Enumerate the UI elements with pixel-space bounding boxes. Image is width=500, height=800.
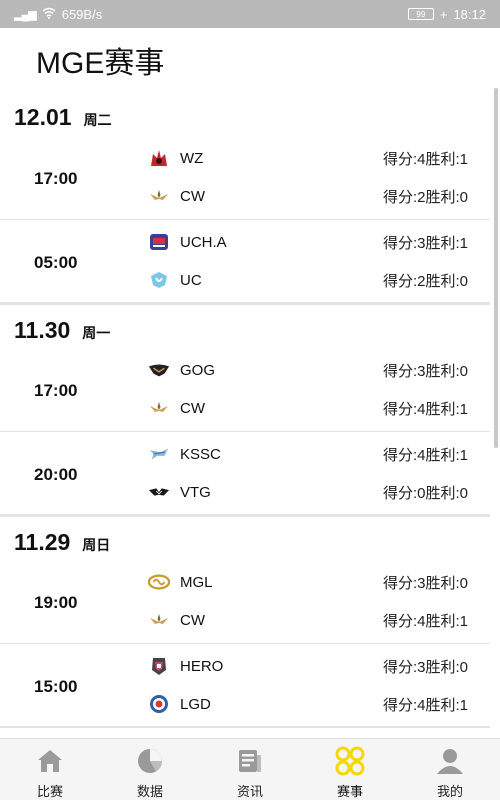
team-row: UC 得分:2胜利:0 [148, 268, 468, 292]
page-title: MGE赛事 [36, 47, 165, 80]
match-time: 19:00 [34, 593, 78, 612]
match-time: 05:00 [34, 253, 78, 272]
cw-logo-icon [148, 610, 170, 630]
team-name: HERO [180, 657, 224, 675]
team-row: CW 得分:2胜利:0 [148, 184, 468, 208]
team-row: GOG 得分:3胜利:0 [148, 358, 468, 382]
tab-events-grid[interactable]: 赛事 [300, 739, 400, 800]
team-row: CW 得分:4胜利:1 [148, 608, 468, 632]
team-score: 得分:4胜利:1 [382, 612, 468, 630]
team-score: 得分:4胜利:1 [382, 696, 468, 714]
uc-logo-icon [148, 270, 170, 290]
team-score: 得分:2胜利:0 [382, 272, 468, 290]
status-bar: ▂▄▆ 659B/s 99 + 18:12 [0, 0, 500, 28]
match-time: 17:00 [34, 381, 78, 400]
gog-logo-icon [148, 360, 170, 380]
tab-label: 数据 [136, 784, 163, 799]
day-weekday: 周二 [83, 112, 112, 128]
battery-level: 99 [416, 9, 426, 19]
events-grid-icon [334, 745, 366, 777]
hero-logo-icon [148, 656, 170, 676]
day-weekday: 周日 [82, 537, 111, 553]
team-row: HERO 得分:3胜利:0 [148, 654, 468, 678]
tab-label: 赛事 [336, 784, 363, 799]
tab-news[interactable]: 资讯 [200, 739, 300, 800]
team-row: VTG 得分:0胜利:0 [148, 480, 468, 504]
vtg-logo-icon [148, 482, 170, 502]
match-card[interactable]: 15:00 HERO 得分:3胜利:0 LGD 得分:4胜利:1 [0, 644, 490, 728]
network-speed: 659B/s [61, 6, 103, 22]
day-weekday: 周一 [82, 325, 111, 341]
tab-label: 我的 [436, 784, 463, 799]
match-time: 17:00 [34, 169, 78, 188]
match-card[interactable]: 05:00 UCH.A 得分:3胜利:1 UC 得分:2胜利:0 [0, 220, 490, 304]
team-score: 得分:3胜利:0 [382, 362, 468, 380]
team-name: CW [180, 187, 205, 205]
cw-logo-icon [148, 186, 170, 206]
tab-pie-chart[interactable]: 数据 [100, 739, 200, 800]
team-score: 得分:4胜利:1 [382, 400, 468, 418]
profile-icon [434, 745, 466, 777]
team-score: 得分:2胜利:0 [382, 188, 468, 206]
ucha-logo-icon [148, 232, 170, 252]
team-name: WZ [180, 149, 204, 167]
tab-label: 比赛 [36, 784, 63, 799]
match-time: 15:00 [34, 677, 78, 696]
tab-label: 资讯 [236, 784, 263, 799]
match-time: 20:00 [34, 465, 78, 484]
signal-icon: ▂▄▆ [14, 8, 37, 21]
team-name: CW [180, 611, 205, 629]
clock: 18:12 [453, 6, 486, 22]
team-score: 得分:4胜利:1 [382, 150, 468, 168]
match-card[interactable]: 19:00 MGL 得分:3胜利:0 CW 得分:4胜利:1 [0, 560, 490, 644]
bottom-tab-bar: 比赛 数据 资讯 赛事 我的 [0, 738, 500, 800]
team-name: UC [180, 271, 202, 289]
charging-icon: + [439, 6, 448, 22]
team-row: MGL 得分:3胜利:0 [148, 570, 468, 594]
team-score: 得分:3胜利:1 [382, 234, 468, 252]
team-name: VTG [180, 483, 211, 501]
team-score: 得分:3胜利:0 [382, 658, 468, 676]
wz-logo-icon [148, 148, 170, 168]
team-name: KSSC [180, 445, 221, 463]
scrollbar-thumb[interactable] [494, 88, 498, 448]
team-name: GOG [180, 361, 216, 379]
team-row: CW 得分:4胜利:1 [148, 396, 468, 420]
kssc-logo-icon [148, 444, 170, 464]
day-header: 12.01 周二 [0, 92, 490, 136]
day-header: 11.30 周一 [0, 304, 490, 348]
team-name: UCH.A [180, 233, 227, 251]
team-row: UCH.A 得分:3胜利:1 [148, 230, 468, 254]
day-date: 11.29 [14, 529, 71, 555]
team-row: LGD 得分:4胜利:1 [148, 692, 468, 716]
day-date: 12.01 [14, 104, 72, 130]
news-icon [234, 745, 266, 777]
team-score: 得分:3胜利:0 [382, 574, 468, 592]
pie-chart-icon [134, 745, 166, 777]
team-row: KSSC 得分:4胜利:1 [148, 442, 468, 466]
match-list[interactable]: 12.01 周二 17:00 WZ 得分:4胜利:1 CW 得分:2胜利:0 05:00 UCH… [0, 92, 490, 738]
team-name: MGL [180, 573, 213, 591]
wifi-icon [42, 7, 56, 22]
team-score: 得分:4胜利:1 [382, 446, 468, 464]
team-name: LGD [180, 695, 211, 713]
match-card[interactable]: 17:00 WZ 得分:4胜利:1 CW 得分:2胜利:0 [0, 136, 490, 220]
team-row: WZ 得分:4胜利:1 [148, 146, 468, 170]
tab-profile[interactable]: 我的 [400, 739, 500, 800]
mgl-logo-icon [148, 572, 170, 592]
match-card[interactable]: 20:00 KSSC 得分:4胜利:1 VTG 得分:0胜利:0 [0, 432, 490, 516]
day-date: 11.30 [14, 317, 71, 343]
match-card[interactable]: 17:00 GOG 得分:3胜利:0 CW 得分:4胜利:1 [0, 348, 490, 432]
tab-home[interactable]: 比赛 [0, 739, 100, 800]
battery-icon: 99 [407, 8, 434, 20]
cw-logo-icon [148, 398, 170, 418]
day-header: 11.29 周日 [0, 516, 490, 560]
home-icon [34, 745, 66, 777]
lgd-logo-icon [148, 694, 170, 714]
team-score: 得分:0胜利:0 [382, 484, 468, 502]
team-name: CW [180, 399, 205, 417]
